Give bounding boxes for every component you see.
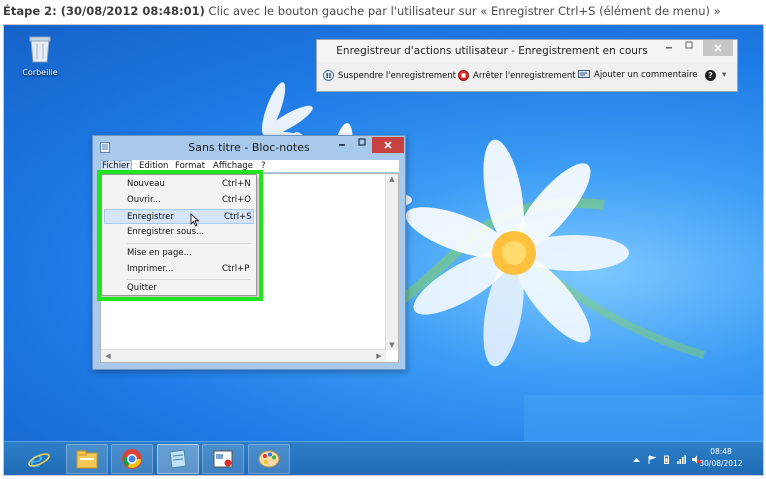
horizontal-scrollbar[interactable]: ◀ ▶	[101, 349, 386, 362]
pause-recording-label: Suspendre l'enregistrement	[338, 70, 456, 81]
maximize-button[interactable]	[679, 40, 699, 56]
steps-recorder-icon	[213, 450, 233, 468]
stop-recording-button[interactable]: Arrêter l'enregistrement	[458, 70, 576, 81]
scroll-left-icon[interactable]: ◀	[102, 352, 114, 360]
taskbar-notepad[interactable]	[157, 444, 199, 474]
action-highlight-box	[97, 170, 263, 301]
add-comment-label: Ajouter un commentaire	[594, 70, 698, 80]
taskbar-chrome[interactable]	[111, 444, 153, 474]
steps-recorder-window: Enregistreur d'actions utilisateur - Enr…	[316, 39, 738, 92]
screenshot-frame: Corbeille Enregistreur d'actions utilisa…	[3, 24, 764, 476]
step-label: Étape 2: (30/08/2012 08:48:01)	[3, 4, 205, 18]
notepad-icon	[169, 449, 187, 469]
network-signal-icon[interactable]	[677, 454, 686, 464]
recycle-bin[interactable]: Corbeille	[18, 33, 62, 77]
chevron-down-icon: ▾	[722, 70, 727, 80]
notepad-title: Sans titre - Bloc-notes	[188, 141, 310, 154]
taskbar-internet-explorer[interactable]: e	[18, 444, 60, 474]
vertical-scrollbar[interactable]: ▲ ▼	[385, 174, 398, 350]
step-description: Clic avec le bouton gauche par l'utilisa…	[208, 4, 721, 18]
taskbar: e 08:48 30/08/2012	[4, 441, 763, 475]
taskbar-steps-recorder[interactable]	[202, 444, 244, 474]
recycle-bin-label: Corbeille	[22, 68, 58, 77]
scroll-up-icon[interactable]: ▲	[386, 175, 398, 183]
steps-recorder-toolbar: Suspendre l'enregistrement Arrêter l'enr…	[317, 67, 737, 87]
stop-recording-label: Arrêter l'enregistrement	[473, 70, 576, 81]
recycle-bin-icon	[29, 36, 51, 63]
help-dropdown-button[interactable]: ▾	[722, 70, 726, 80]
notepad-titlebar: Sans titre - Bloc-notes	[93, 136, 405, 158]
desktop: Corbeille Enregistreur d'actions utilisa…	[4, 25, 763, 475]
scroll-down-icon[interactable]: ▼	[386, 341, 398, 349]
help-button[interactable]: ?	[705, 70, 716, 81]
paint-palette-icon	[258, 450, 280, 468]
show-hidden-icons-icon[interactable]	[632, 455, 641, 464]
pause-icon	[323, 70, 334, 81]
chrome-icon	[122, 449, 142, 469]
comment-icon	[578, 70, 590, 78]
steps-recorder-titlebar: Enregistreur d'actions utilisateur - Enr…	[317, 40, 737, 62]
notepad-maximize-button[interactable]	[352, 137, 372, 153]
folder-icon	[76, 450, 98, 469]
taskbar-file-explorer[interactable]	[66, 444, 108, 474]
steps-recorder-title: Enregistreur d'actions utilisateur - Enr…	[336, 45, 648, 57]
taskbar-clock[interactable]: 08:48 30/08/2012	[697, 446, 745, 470]
action-center-flag-icon[interactable]	[647, 455, 656, 464]
maximize-icon	[685, 41, 693, 49]
close-button[interactable]	[703, 40, 733, 56]
notepad-app-icon	[100, 142, 110, 153]
scroll-right-icon[interactable]: ▶	[373, 352, 385, 360]
step-caption: Étape 2: (30/08/2012 08:48:01) Clic avec…	[3, 4, 763, 24]
notepad-close-button[interactable]	[372, 137, 404, 153]
maximize-icon	[358, 138, 366, 146]
minimize-icon	[666, 47, 672, 49]
close-icon	[384, 141, 392, 149]
add-comment-button[interactable]: Ajouter un commentaire	[578, 70, 698, 80]
taskbar-paint[interactable]	[248, 444, 290, 474]
battery-icon[interactable]	[662, 455, 671, 464]
clock-time: 08:48	[710, 447, 732, 456]
notepad-minimize-button[interactable]	[332, 137, 352, 153]
close-icon	[714, 44, 722, 52]
minimize-button[interactable]	[659, 40, 679, 56]
stop-icon	[458, 70, 469, 81]
clock-date: 30/08/2012	[699, 459, 743, 468]
system-tray	[632, 453, 701, 465]
minimize-icon	[339, 144, 345, 146]
help-icon: ?	[705, 70, 716, 81]
internet-explorer-icon: e	[28, 448, 50, 471]
pause-recording-button[interactable]: Suspendre l'enregistrement	[323, 70, 456, 81]
